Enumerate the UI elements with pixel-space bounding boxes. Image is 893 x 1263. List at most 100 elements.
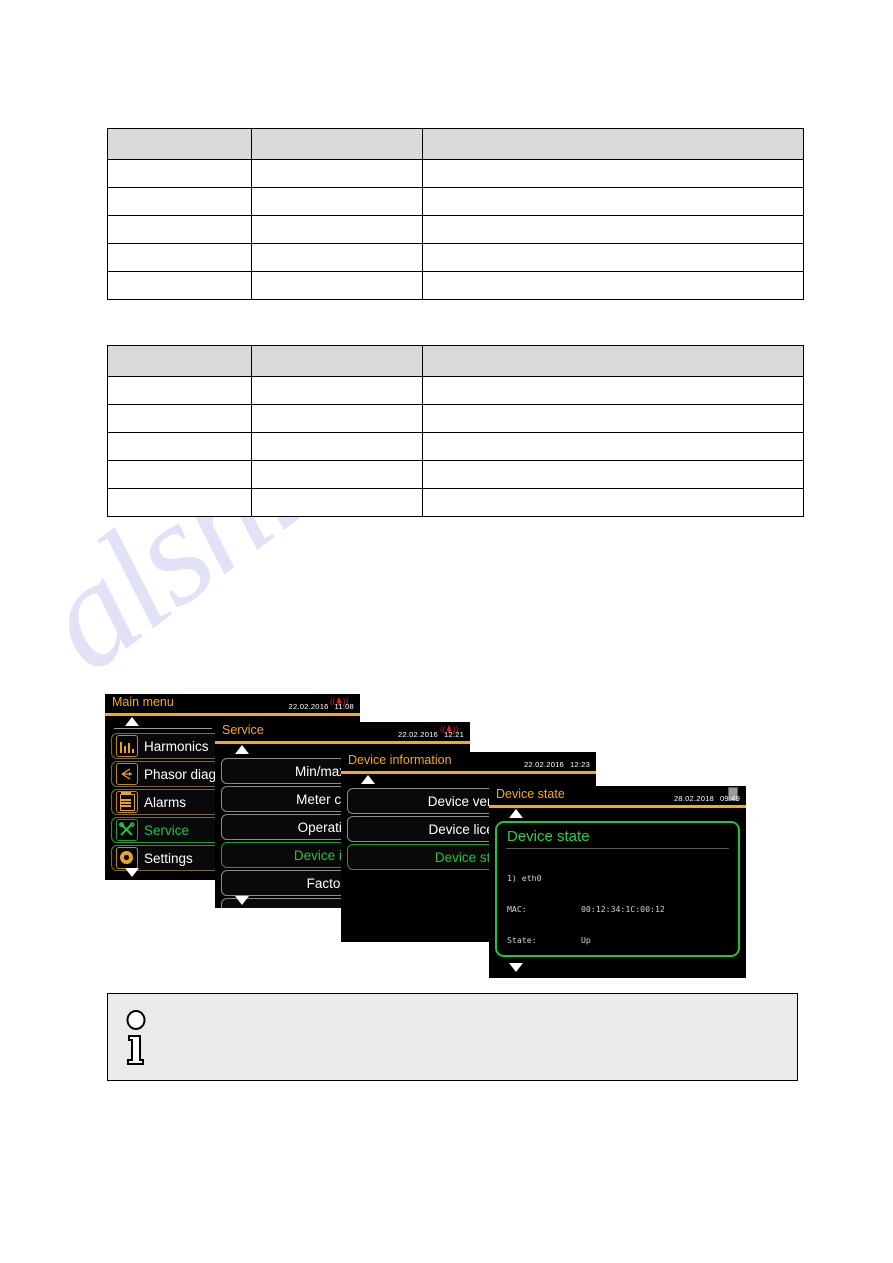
screen-title: Service — [222, 723, 264, 737]
screen-timestamp: 22.02.2016 11:08 — [289, 702, 354, 711]
scroll-up-arrow[interactable] — [125, 717, 139, 726]
table-cell — [422, 460, 804, 489]
note-box — [107, 993, 798, 1081]
device-state-card: Device state 1) eth0 MAC: 00:12:34:1C:00:… — [495, 821, 740, 957]
table-cell — [251, 432, 423, 461]
menu-item-label: Harmonics — [144, 738, 209, 754]
screen-date: 22.02.2016 — [397, 730, 438, 739]
table-header-cell — [422, 128, 804, 160]
table-cell — [251, 404, 423, 433]
table-cell — [251, 215, 423, 244]
scroll-down-arrow[interactable] — [235, 896, 249, 905]
screen-title: Main menu — [112, 695, 174, 709]
table-row — [107, 376, 804, 405]
state-value: Up — [581, 935, 591, 946]
screen-body: Device state 1) eth0 MAC: 00:12:34:1C:00:… — [489, 808, 746, 978]
state-row: State: Up — [507, 935, 738, 945]
info-icon — [126, 1010, 146, 1065]
scroll-up-arrow[interactable] — [509, 809, 523, 818]
device-screen-device-state: Device state 28.02.2018 09:49 Device stat… — [489, 786, 746, 978]
table-cell — [422, 215, 804, 244]
divider — [506, 848, 729, 849]
screen-time: 12:23 — [569, 760, 590, 769]
screen-header: Main menu (( )) 22.02.2016 11:08 — [105, 694, 360, 716]
table-header-cell — [107, 345, 252, 377]
state-key: MAC: — [507, 904, 527, 915]
screen-header: Device information 22.02.2016 12:23 — [341, 752, 596, 774]
table-row — [107, 432, 804, 461]
table-cell — [251, 376, 423, 405]
table-row — [107, 460, 804, 489]
screen-date: 28.02.2018 — [673, 794, 714, 803]
data-table-one — [107, 128, 804, 300]
menu-item-label: Service — [144, 822, 190, 838]
screen-time: 09:49 — [719, 794, 740, 803]
alarm-list-icon — [116, 791, 138, 813]
table-header-cell — [422, 345, 804, 377]
table-cell — [107, 271, 252, 300]
scroll-down-arrow[interactable] — [509, 963, 523, 972]
menu-item-label: Settings — [144, 850, 193, 866]
table-cell — [107, 460, 252, 489]
scroll-down-arrow[interactable] — [125, 868, 139, 877]
table-header-row — [107, 128, 804, 160]
table-cell — [107, 159, 252, 188]
table-header-cell — [251, 345, 423, 377]
table-header-cell — [251, 128, 423, 160]
scroll-up-arrow[interactable] — [361, 775, 375, 784]
table-cell — [107, 243, 252, 272]
interface-line: 1) eth0 — [507, 872, 542, 883]
table-row — [107, 215, 804, 244]
bar-chart-icon — [116, 735, 138, 757]
table-cell — [107, 488, 252, 517]
service-tools-icon — [116, 819, 138, 841]
screen-title: Device state — [496, 787, 565, 801]
table-cell — [251, 460, 423, 489]
table-cell — [251, 243, 423, 272]
table-cell — [107, 376, 252, 405]
table-cell — [422, 271, 804, 300]
document-page: alshive.com Main menu (()) 22.02.2016 1… — [0, 0, 893, 1263]
table-cell — [422, 432, 804, 461]
table-row — [107, 271, 804, 300]
table-cell — [107, 404, 252, 433]
gear-icon — [116, 847, 138, 869]
scroll-up-arrow[interactable] — [235, 745, 249, 754]
table-header-row — [107, 345, 804, 377]
table-cell — [422, 488, 804, 517]
screen-header: Service (( )) 22.02.2016 12:21 — [215, 722, 470, 744]
table-cell — [251, 271, 423, 300]
screen-timestamp: 22.02.2016 12:21 — [398, 730, 464, 739]
table-cell — [251, 488, 423, 517]
state-key: State: — [507, 935, 537, 946]
table-row — [107, 243, 804, 272]
screen-date: 22.02.2016 — [288, 702, 329, 711]
screen-title: Device information — [348, 753, 452, 767]
state-value: 00:12:34:1C:00:12 — [581, 904, 665, 915]
screen-timestamp: 22.02.2016 12:23 — [524, 760, 590, 769]
table-cell — [422, 243, 804, 272]
state-row: MAC: 00:12:34:1C:00:12 — [507, 904, 738, 914]
menu-item-label: Alarms — [144, 794, 187, 810]
table-cell — [422, 159, 804, 188]
table-cell — [422, 187, 804, 216]
table-cell — [251, 159, 423, 188]
data-table-two — [107, 345, 804, 517]
table-cell — [422, 376, 804, 405]
table-header-cell — [107, 128, 252, 160]
screen-date: 22.02.2016 — [523, 760, 564, 769]
table-row — [107, 488, 804, 517]
table-cell — [107, 187, 252, 216]
screen-time: 12:21 — [443, 730, 464, 739]
table-cell — [107, 432, 252, 461]
table-row — [107, 159, 804, 188]
screen-timestamp: 28.02.2018 09:49 — [674, 794, 740, 803]
table-cell — [107, 215, 252, 244]
device-state-heading: Device state — [507, 828, 590, 845]
state-tag — [669, 904, 709, 914]
table-row — [107, 187, 804, 216]
table-row — [107, 404, 804, 433]
state-tag — [669, 935, 709, 945]
table-cell — [251, 187, 423, 216]
phasor-icon — [116, 763, 138, 785]
